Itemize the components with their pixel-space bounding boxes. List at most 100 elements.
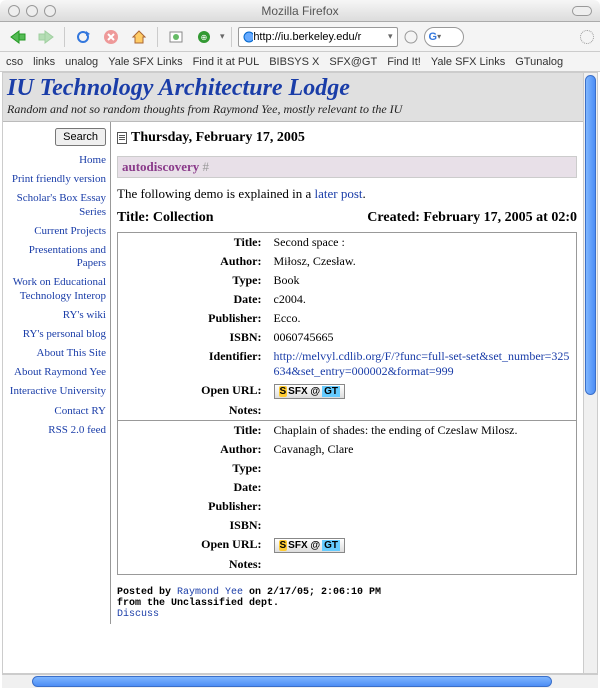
sfx-badge[interactable]: SSFX @GT (274, 538, 346, 553)
close-window-button[interactable] (8, 5, 20, 17)
field-value (268, 401, 577, 421)
intro-text-suffix: . (363, 186, 366, 201)
discuss-link[interactable]: Discuss (117, 609, 159, 620)
later-post-link[interactable]: later post (314, 186, 362, 201)
horizontal-scrollbar[interactable] (2, 674, 598, 688)
go-button[interactable] (402, 26, 420, 48)
field-value (268, 497, 577, 516)
records-table: Title: Second space : Author:Miłosz, Czes… (117, 232, 577, 575)
permalink-hash[interactable]: # (203, 159, 210, 174)
sidebar-link[interactable]: RSS 2.0 feed (7, 424, 106, 437)
blog-header: IU Technology Architecture Lodge Random … (3, 73, 583, 122)
bookmark-item[interactable]: cso (6, 56, 23, 68)
identifier-link[interactable]: http://melvyl.cdlib.org/F/?func=full-set… (274, 349, 570, 378)
sidebar-link[interactable]: Contact RY (7, 405, 106, 418)
vertical-scrollbar[interactable] (583, 73, 597, 673)
bookmark-item[interactable]: Yale SFX Links (431, 56, 505, 68)
sidebar-link[interactable]: Scholar's Box Essay Series (7, 192, 106, 218)
footer-text: Posted by (117, 587, 177, 598)
bookmark-item[interactable]: unalog (65, 56, 98, 68)
back-button[interactable] (6, 26, 30, 48)
field-value (268, 555, 577, 575)
sidebar-link[interactable]: About Raymond Yee (7, 366, 106, 379)
extension-button-1[interactable] (164, 26, 188, 48)
dropdown-arrow-icon[interactable]: ▾ (220, 31, 225, 42)
field-label: Identifier: (118, 347, 268, 381)
field-value: Chaplain of shades: the ending of Czesla… (268, 421, 577, 441)
field-value: c2004. (268, 290, 577, 309)
vertical-scroll-thumb[interactable] (585, 75, 596, 395)
intro-text: The following demo is explained in a (117, 186, 314, 201)
window-title: Mozilla Firefox (261, 4, 338, 18)
globe-icon (243, 31, 254, 43)
field-value: Second space : (268, 233, 577, 253)
field-label: Open URL: (118, 381, 268, 401)
post-title-link[interactable]: autodiscovery (122, 159, 199, 174)
url-bar[interactable]: ▾ (238, 27, 398, 47)
loading-spinner-icon (580, 30, 594, 44)
bookmark-item[interactable]: Find it at PUL (193, 56, 260, 68)
field-label: Type: (118, 459, 268, 478)
toolbar-toggle-pill[interactable] (572, 6, 592, 16)
minimize-window-button[interactable] (26, 5, 38, 17)
bookmarks-bar: cso links unalog Yale SFX Links Find it … (0, 52, 600, 72)
bookmark-item[interactable]: BIBSYS X (269, 56, 319, 68)
field-label: Title: (118, 421, 268, 441)
field-value: Ecco. (268, 309, 577, 328)
field-value (268, 459, 577, 478)
field-label: Open URL: (118, 535, 268, 555)
footer-text: on 2/17/05; 2:06:10 PM (243, 587, 381, 598)
field-value (268, 478, 577, 497)
forward-button[interactable] (34, 26, 58, 48)
field-value: Miłosz, Czesław. (268, 252, 577, 271)
field-value: SSFX @GT (268, 381, 577, 401)
search-bar[interactable]: G▾ (424, 27, 464, 47)
bookmark-item[interactable]: Yale SFX Links (108, 56, 182, 68)
post-title-bar: autodiscovery # (117, 156, 577, 178)
reload-button[interactable] (71, 26, 95, 48)
search-button[interactable]: Search (55, 128, 106, 146)
sidebar-link[interactable]: RY's wiki (7, 309, 106, 322)
url-input[interactable] (253, 31, 388, 43)
sidebar-link[interactable]: Presentations and Papers (7, 244, 106, 270)
author-link[interactable]: Raymond Yee (177, 587, 243, 598)
browser-toolbar: ⊕ ▾ ▾ G▾ (0, 22, 600, 52)
bookmark-item[interactable]: SFX@GT (329, 56, 377, 68)
field-label: Author: (118, 252, 268, 271)
field-value: Book (268, 271, 577, 290)
blog-subtitle: Random and not so random thoughts from R… (7, 102, 579, 117)
field-label: Notes: (118, 401, 268, 421)
sidebar-link[interactable]: Current Projects (7, 225, 106, 238)
collection-header: Title: Collection Created: February 17, … (117, 210, 577, 226)
svg-text:⊕: ⊕ (201, 33, 208, 42)
sidebar-link[interactable]: Print friendly version (7, 173, 106, 186)
collection-created: Created: February 17, 2005 at 02:0 (367, 210, 577, 226)
horizontal-scroll-thumb[interactable] (32, 676, 552, 687)
zoom-window-button[interactable] (44, 5, 56, 17)
sidebar-link[interactable]: Work on Educational Technology Interop (7, 276, 106, 302)
home-button[interactable] (127, 26, 151, 48)
field-label: Date: (118, 478, 268, 497)
sidebar-link[interactable]: Home (7, 154, 106, 167)
calendar-icon (117, 132, 127, 144)
stop-button[interactable] (99, 26, 123, 48)
field-value: Cavanagh, Clare (268, 440, 577, 459)
post-footer: Posted by Raymond Yee on 2/17/05; 2:06:1… (117, 587, 577, 620)
field-label: Publisher: (118, 309, 268, 328)
extension-button-2[interactable]: ⊕ (192, 26, 216, 48)
bookmark-item[interactable]: Find It! (387, 56, 421, 68)
post-date: Thursday, February 17, 2005 (117, 130, 577, 146)
bookmark-item[interactable]: links (33, 56, 55, 68)
sidebar-link[interactable]: RY's personal blog (7, 328, 106, 341)
sidebar-link[interactable]: Interactive University (7, 385, 106, 398)
collection-title: Title: Collection (117, 210, 214, 226)
post-date-text: Thursday, February 17, 2005 (131, 130, 305, 146)
bookmark-item[interactable]: GTunalog (515, 56, 563, 68)
sidebar: Search Home Print friendly version Schol… (3, 122, 111, 624)
sfx-badge[interactable]: SSFX @GT (274, 384, 346, 399)
main-column: Thursday, February 17, 2005 autodiscover… (111, 122, 583, 624)
google-g-icon: G (429, 31, 438, 43)
blog-title: IU Technology Architecture Lodge (7, 75, 579, 102)
url-dropdown-icon[interactable]: ▾ (388, 31, 393, 42)
sidebar-link[interactable]: About This Site (7, 347, 106, 360)
